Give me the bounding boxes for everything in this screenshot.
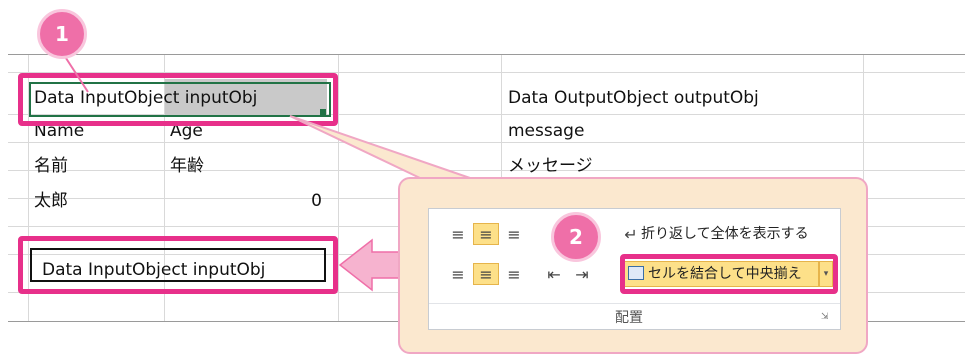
group-label: 配置 [615, 310, 643, 326]
step-badge-1: 1 [37, 9, 87, 59]
wrap-text-button[interactable]: 折り返して全体を表示する [641, 224, 809, 244]
align-middle-button[interactable]: ≡ [473, 223, 499, 245]
align-bottom-button[interactable]: ≡ [501, 223, 527, 245]
increase-indent-button[interactable]: ⇥ [569, 263, 595, 285]
align-left-button[interactable]: ≡ [445, 263, 471, 285]
align-top-button[interactable]: ≡ [445, 223, 471, 245]
decrease-indent-button[interactable]: ⇤ [541, 263, 567, 285]
ribbon-divider [429, 303, 840, 304]
cell-merged-result[interactable]: Data InputObject inputObj [42, 259, 265, 281]
step-badge-2: 2 [551, 212, 601, 262]
dialog-launcher-icon[interactable]: ⇲ [821, 312, 829, 322]
highlight-box-merge-button [620, 254, 838, 294]
align-right-button[interactable]: ≡ [501, 263, 527, 285]
align-center-button[interactable]: ≡ [473, 263, 499, 285]
wrap-text-icon: ↵ [624, 224, 638, 244]
